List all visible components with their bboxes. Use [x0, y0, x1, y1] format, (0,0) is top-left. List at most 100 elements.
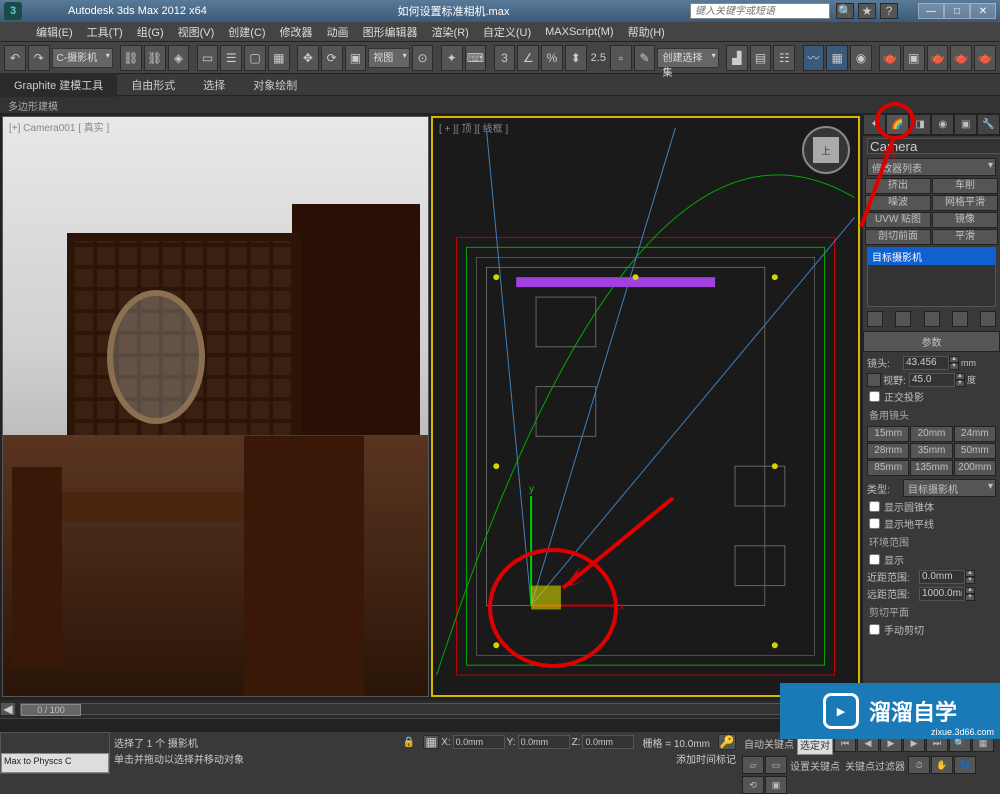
material-button[interactable]: ◉ — [850, 45, 872, 71]
menu-create[interactable]: 创建(C) — [222, 22, 271, 42]
menu-customize[interactable]: 自定义(U) — [477, 22, 537, 42]
viewport-camera[interactable]: [+] Camera001 [ 真实 ] — [2, 116, 429, 697]
named-selection[interactable]: 创建选择集 — [657, 48, 718, 68]
render-iter-button[interactable]: 🫖 — [974, 45, 996, 71]
addtime-label[interactable]: 添加时间标记 — [676, 751, 736, 766]
lens-24[interactable]: 24mm — [954, 426, 996, 442]
z-input[interactable] — [582, 735, 634, 749]
modifier-list-dropdown[interactable]: 修改器列表 — [867, 158, 996, 176]
camera-type-dropdown[interactable]: 目标摄影机 — [903, 479, 996, 497]
tab-hierarchy[interactable]: ◨ — [909, 114, 932, 135]
render-prod-button[interactable]: 🫖 — [950, 45, 972, 71]
nav-fov-button[interactable]: ▱ — [742, 756, 764, 774]
viewport-label-left[interactable]: [+] Camera001 [ 真实 ] — [9, 119, 109, 134]
keyboard-button[interactable]: ⌨ — [465, 45, 487, 71]
lens-20[interactable]: 20mm — [910, 426, 952, 442]
mod-noise[interactable]: 噪波 — [865, 195, 931, 211]
key-icon[interactable]: 🔑 — [718, 734, 736, 750]
ribbon-panel[interactable]: 多边形建模 — [0, 96, 1000, 114]
viewport-label-right[interactable]: [ + ][ 顶 ][ 线框 ] — [439, 120, 508, 135]
near-spinner[interactable]: ▲▼ — [919, 570, 975, 584]
viewport-top[interactable]: [ + ][ 顶 ][ 线框 ] 上 y x — [431, 116, 860, 697]
scale-button[interactable]: ▣ — [345, 45, 367, 71]
maximize-button[interactable]: □ — [944, 3, 970, 19]
move-button[interactable]: ✥ — [297, 45, 319, 71]
menu-maxscript[interactable]: MAXScript(M) — [539, 24, 619, 40]
ribbon-tab-freeform[interactable]: 自由形式 — [117, 73, 189, 97]
menu-rendering[interactable]: 渲染(R) — [426, 22, 475, 42]
render-button[interactable]: 🫖 — [927, 45, 949, 71]
angle-snap-button[interactable]: ∠ — [517, 45, 539, 71]
minimize-button[interactable]: — — [918, 3, 944, 19]
render-frame-button[interactable]: ▣ — [903, 45, 925, 71]
menu-help[interactable]: 帮助(H) — [622, 22, 671, 42]
select-name-button[interactable]: ☰ — [220, 45, 242, 71]
unlink-button[interactable]: ⛓ — [144, 45, 166, 71]
mod-lathe[interactable]: 车削 — [932, 178, 998, 194]
clip-manual-checkbox[interactable] — [869, 624, 880, 635]
show-horizon-checkbox[interactable] — [869, 518, 880, 529]
timeslider-left-icon[interactable]: ◀ — [0, 702, 16, 716]
lock-icon[interactable]: 🔒 — [403, 737, 415, 748]
edge-snap-button[interactable]: ▫ — [610, 45, 632, 71]
mod-uvwmap[interactable]: UVW 贴图 — [865, 212, 931, 228]
tab-create[interactable]: ✦ — [863, 114, 886, 135]
menu-tools[interactable]: 工具(T) — [81, 22, 129, 42]
edit-named-button[interactable]: ✎ — [634, 45, 656, 71]
spinner-snap-button[interactable]: ⬍ — [565, 45, 587, 71]
lens-15[interactable]: 15mm — [867, 426, 909, 442]
env-show-checkbox[interactable] — [869, 554, 880, 565]
nav-region-button[interactable]: ▭ — [765, 756, 787, 774]
mod-mirror[interactable]: 镜像 — [932, 212, 998, 228]
stack-item-camera[interactable]: 目标摄影机 — [868, 248, 995, 265]
lens-85[interactable]: 85mm — [867, 460, 909, 476]
menu-grapheditors[interactable]: 图形编辑器 — [357, 22, 424, 42]
ortho-checkbox[interactable] — [869, 391, 880, 402]
app-logo[interactable]: 3 — [4, 2, 22, 20]
unique-icon[interactable] — [924, 311, 940, 327]
ribbon-tab-selection[interactable]: 选择 — [189, 73, 239, 97]
mod-meshsmooth[interactable]: 网格平滑 — [932, 195, 998, 211]
lens-35[interactable]: 35mm — [910, 443, 952, 459]
tab-utilities[interactable]: 🔧 — [977, 114, 1000, 135]
time-config-button[interactable]: ⏱ — [908, 756, 930, 774]
show-cone-checkbox[interactable] — [869, 501, 880, 512]
fov-spinner[interactable]: ▲▼ — [909, 373, 965, 387]
manipulate-button[interactable]: ✦ — [441, 45, 463, 71]
rollout-parameters[interactable]: 参数 — [863, 331, 1000, 352]
mod-slice[interactable]: 剖切前面 — [865, 229, 931, 245]
layers-button[interactable]: ☷ — [773, 45, 795, 71]
select-button[interactable]: ▭ — [197, 45, 219, 71]
undo-button[interactable]: ↶ — [4, 45, 26, 71]
tab-display[interactable]: ▣ — [954, 114, 977, 135]
nav-orbit-button[interactable]: ⟲ — [742, 776, 764, 794]
ribbon-tab-graphite[interactable]: Graphite 建模工具 — [0, 73, 117, 97]
rotate-button[interactable]: ⟳ — [321, 45, 343, 71]
configure-icon[interactable] — [980, 311, 996, 327]
menu-modifiers[interactable]: 修改器 — [274, 22, 319, 42]
ribbon-tab-paint[interactable]: 对象绘制 — [239, 73, 311, 97]
mod-extrude[interactable]: 挤出 — [865, 178, 931, 194]
keyfilter-button[interactable]: 关键点过滤器 — [843, 756, 907, 775]
favorite-icon[interactable]: ★ — [858, 3, 876, 19]
y-input[interactable] — [518, 735, 570, 749]
curve-editor-button[interactable]: 〰 — [803, 45, 825, 71]
redo-button[interactable]: ↷ — [28, 45, 50, 71]
nav-maximize-button[interactable]: ▣ — [765, 776, 787, 794]
time-handle[interactable]: 0 / 100 — [21, 704, 81, 716]
snap-button[interactable]: 3 — [494, 45, 516, 71]
remove-mod-icon[interactable] — [952, 311, 968, 327]
nav-walk-button[interactable]: 👣 — [954, 756, 976, 774]
percent-snap-button[interactable]: % — [541, 45, 563, 71]
menu-animation[interactable]: 动画 — [321, 22, 355, 42]
tab-modify[interactable]: 🌈 — [886, 114, 909, 135]
lens-50[interactable]: 50mm — [954, 443, 996, 459]
infocenter-icon[interactable]: 🔍 — [836, 3, 854, 19]
show-end-icon[interactable] — [895, 311, 911, 327]
modifier-stack[interactable]: 目标摄影机 — [867, 247, 996, 307]
link-button[interactable]: ⛓ — [120, 45, 142, 71]
far-spinner[interactable]: ▲▼ — [919, 587, 975, 601]
render-setup-button[interactable]: 🫖 — [879, 45, 901, 71]
fov-direction-icon[interactable] — [867, 373, 881, 387]
lens-spinner[interactable]: ▲▼ — [903, 356, 959, 370]
